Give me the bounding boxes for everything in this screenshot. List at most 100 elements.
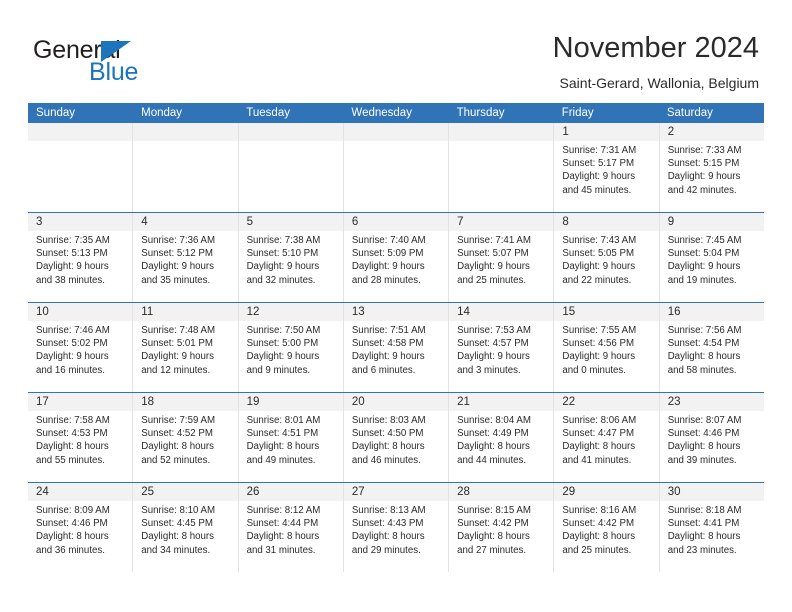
day-cell[interactable]: 26 Sunrise: 8:12 AM Sunset: 4:44 PM Dayligh… bbox=[238, 483, 344, 572]
sunset-text: Sunset: 5:04 PM bbox=[667, 248, 740, 260]
sunrise-text: Sunrise: 8:06 AM bbox=[562, 415, 637, 426]
sunrise-text: Sunrise: 8:10 AM bbox=[141, 505, 216, 516]
day-cell[interactable]: 4 Sunrise: 7:36 AM Sunset: 5:12 PM Daylight… bbox=[133, 213, 239, 302]
day-number: 26 bbox=[238, 483, 343, 501]
day-cell[interactable]: 18 Sunrise: 7:59 AM Sunset: 4:52 PM Dayligh… bbox=[133, 393, 239, 482]
day-info: Sunrise: 7:48 AM Sunset: 5:01 PM Daylight:… bbox=[133, 321, 237, 377]
day-number: 22 bbox=[554, 393, 659, 411]
day-cell[interactable]: 3 Sunrise: 7:35 AM Sunset: 5:13 PM Daylight… bbox=[28, 213, 134, 302]
day-number: 29 bbox=[554, 483, 659, 501]
day-cell[interactable]: 10 Sunrise: 7:46 AM Sunset: 5:02 PM Dayligh… bbox=[28, 303, 134, 392]
sunset-text: Sunset: 5:02 PM bbox=[36, 338, 108, 350]
weeks-container: 1 Sunrise: 7:31 AM Sunset: 5:17 PM Daylight… bbox=[28, 123, 764, 572]
day-cell[interactable]: 17 Sunrise: 7:58 AM Sunset: 4:53 PM Dayligh… bbox=[28, 393, 134, 482]
day-number: 30 bbox=[659, 483, 764, 501]
daylight-text-line2: and 29 minutes. bbox=[351, 544, 421, 556]
day-info: Sunrise: 7:46 AM Sunset: 5:02 PM Daylight:… bbox=[28, 321, 132, 377]
weekday-header-tuesday: Tuesday bbox=[246, 107, 290, 119]
day-cell[interactable]: 28 Sunrise: 8:15 AM Sunset: 4:42 PM Dayligh… bbox=[449, 483, 555, 572]
sunset-text: Sunset: 4:46 PM bbox=[667, 428, 740, 440]
sunset-text: Sunset: 5:05 PM bbox=[562, 248, 635, 260]
daylight-text-line2: and 6 minutes. bbox=[351, 364, 416, 376]
sunrise-text: Sunrise: 7:38 AM bbox=[246, 235, 321, 246]
sunrise-text: Sunrise: 7:33 AM bbox=[667, 145, 742, 156]
day-info: Sunrise: 7:43 AM Sunset: 5:05 PM Daylight:… bbox=[554, 231, 658, 287]
sunrise-text: Sunrise: 7:56 AM bbox=[667, 325, 742, 336]
weekday-header-friday: Friday bbox=[561, 107, 594, 119]
day-number: 23 bbox=[659, 393, 764, 411]
day-number: 7 bbox=[449, 213, 554, 231]
sunset-text: Sunset: 4:58 PM bbox=[351, 338, 424, 350]
daylight-text-line1: Daylight: 9 hours bbox=[562, 261, 636, 273]
daylight-text-line1: Daylight: 9 hours bbox=[351, 351, 425, 363]
day-cell[interactable]: 21 Sunrise: 8:04 AM Sunset: 4:49 PM Dayligh… bbox=[449, 393, 555, 482]
daylight-text-line1: Daylight: 8 hours bbox=[667, 441, 741, 453]
day-cell[interactable]: 27 Sunrise: 8:13 AM Sunset: 4:43 PM Dayligh… bbox=[343, 483, 450, 572]
daylight-text-line2: and 52 minutes. bbox=[141, 454, 211, 466]
sunset-text: Sunset: 4:56 PM bbox=[562, 338, 635, 350]
day-cell[interactable]: 15 Sunrise: 7:55 AM Sunset: 4:56 PM Dayligh… bbox=[554, 303, 660, 392]
daylight-text-line2: and 55 minutes. bbox=[36, 454, 105, 466]
day-cell[interactable]: 13 Sunrise: 7:51 AM Sunset: 4:58 PM Dayligh… bbox=[343, 303, 450, 392]
day-cell[interactable]: 30 Sunrise: 8:18 AM Sunset: 4:41 PM Dayligh… bbox=[659, 483, 764, 572]
sunrise-text: Sunrise: 8:09 AM bbox=[36, 505, 110, 516]
daylight-text-line1: Daylight: 9 hours bbox=[457, 351, 530, 363]
day-cell[interactable]: 16 Sunrise: 7:56 AM Sunset: 4:54 PM Dayligh… bbox=[659, 303, 764, 392]
day-number bbox=[238, 123, 343, 141]
daylight-text-line1: Daylight: 8 hours bbox=[246, 441, 320, 453]
sunset-text: Sunset: 4:49 PM bbox=[457, 428, 529, 440]
sunset-text: Sunset: 5:13 PM bbox=[36, 248, 108, 260]
day-cell[interactable]: 8 Sunrise: 7:43 AM Sunset: 5:05 PM Daylight… bbox=[554, 213, 660, 302]
daylight-text-line2: and 35 minutes. bbox=[141, 274, 211, 286]
title-block: November 2024 Saint-Gerard, Wallonia, Be… bbox=[553, 30, 759, 93]
sunset-text: Sunset: 5:10 PM bbox=[246, 248, 319, 260]
day-number bbox=[343, 123, 449, 141]
day-info: Sunrise: 7:33 AM Sunset: 5:15 PM Daylight:… bbox=[660, 141, 764, 197]
day-info: Sunrise: 7:41 AM Sunset: 5:07 PM Daylight:… bbox=[449, 231, 553, 287]
calendar-grid: Sunday Monday Tuesday Wednesday Thursday Frid… bbox=[28, 103, 764, 572]
day-cell[interactable]: 9 Sunrise: 7:45 AM Sunset: 5:04 PM Daylight… bbox=[659, 213, 764, 302]
day-cell[interactable]: 23 Sunrise: 8:07 AM Sunset: 4:46 PM Dayligh… bbox=[659, 393, 764, 482]
daylight-text-line2: and 22 minutes. bbox=[562, 274, 632, 286]
daylight-text-line1: Daylight: 9 hours bbox=[457, 261, 530, 273]
sunrise-text: Sunrise: 7:40 AM bbox=[351, 235, 426, 246]
day-cell[interactable]: 1 Sunrise: 7:31 AM Sunset: 5:17 PM Daylight… bbox=[554, 123, 660, 212]
day-info: Sunrise: 7:58 AM Sunset: 4:53 PM Daylight:… bbox=[28, 411, 132, 467]
day-cell[interactable]: 2 Sunrise: 7:33 AM Sunset: 5:15 PM Daylight… bbox=[659, 123, 764, 212]
day-cell[interactable]: 25 Sunrise: 8:10 AM Sunset: 4:45 PM Dayligh… bbox=[133, 483, 239, 572]
day-info: Sunrise: 7:56 AM Sunset: 4:54 PM Daylight:… bbox=[660, 321, 764, 377]
day-info: Sunrise: 8:10 AM Sunset: 4:45 PM Daylight:… bbox=[133, 501, 237, 557]
day-cell[interactable]: 29 Sunrise: 8:16 AM Sunset: 4:42 PM Dayligh… bbox=[554, 483, 660, 572]
daylight-text-line2: and 27 minutes. bbox=[457, 544, 527, 556]
day-info: Sunrise: 8:04 AM Sunset: 4:49 PM Daylight:… bbox=[449, 411, 553, 467]
daylight-text-line2: and 45 minutes. bbox=[562, 184, 632, 196]
day-cell[interactable]: 24 Sunrise: 8:09 AM Sunset: 4:46 PM Dayligh… bbox=[28, 483, 134, 572]
sunset-text: Sunset: 5:01 PM bbox=[141, 338, 213, 350]
day-info: Sunrise: 8:13 AM Sunset: 4:43 PM Daylight:… bbox=[344, 501, 448, 557]
sunset-text: Sunset: 4:51 PM bbox=[246, 428, 319, 440]
day-cell[interactable]: 6 Sunrise: 7:40 AM Sunset: 5:09 PM Daylight… bbox=[343, 213, 450, 302]
week-row: 24 Sunrise: 8:09 AM Sunset: 4:46 PM Dayligh… bbox=[28, 482, 764, 572]
sunrise-text: Sunrise: 7:43 AM bbox=[562, 235, 637, 246]
day-info: Sunrise: 7:35 AM Sunset: 5:13 PM Daylight:… bbox=[28, 231, 132, 287]
sunrise-text: Sunrise: 7:31 AM bbox=[562, 145, 637, 156]
day-cell[interactable]: 7 Sunrise: 7:41 AM Sunset: 5:07 PM Daylight… bbox=[449, 213, 555, 302]
day-info: Sunrise: 7:36 AM Sunset: 5:12 PM Daylight:… bbox=[133, 231, 237, 287]
daylight-text-line1: Daylight: 9 hours bbox=[36, 351, 109, 363]
day-cell[interactable]: 11 Sunrise: 7:48 AM Sunset: 5:01 PM Dayligh… bbox=[133, 303, 239, 392]
day-cell[interactable]: 22 Sunrise: 8:06 AM Sunset: 4:47 PM Dayligh… bbox=[554, 393, 660, 482]
day-cell[interactable]: 20 Sunrise: 8:03 AM Sunset: 4:50 PM Dayligh… bbox=[343, 393, 450, 482]
sunrise-text: Sunrise: 7:35 AM bbox=[36, 235, 110, 246]
day-cell[interactable]: 19 Sunrise: 8:01 AM Sunset: 4:51 PM Dayligh… bbox=[238, 393, 344, 482]
day-cell[interactable]: 14 Sunrise: 7:53 AM Sunset: 4:57 PM Dayligh… bbox=[449, 303, 555, 392]
sunset-text: Sunset: 5:12 PM bbox=[141, 248, 213, 260]
day-cell[interactable]: 5 Sunrise: 7:38 AM Sunset: 5:10 PM Daylight… bbox=[238, 213, 344, 302]
day-number: 3 bbox=[28, 213, 133, 231]
general-blue-logo[interactable]: General Blue bbox=[33, 36, 233, 88]
day-cell[interactable]: 12 Sunrise: 7:50 AM Sunset: 5:00 PM Dayligh… bbox=[238, 303, 344, 392]
sunrise-text: Sunrise: 7:46 AM bbox=[36, 325, 110, 336]
daylight-text-line1: Daylight: 9 hours bbox=[36, 261, 109, 273]
day-number bbox=[449, 123, 554, 141]
weekday-header-thursday: Thursday bbox=[456, 107, 505, 119]
day-number: 24 bbox=[28, 483, 133, 501]
